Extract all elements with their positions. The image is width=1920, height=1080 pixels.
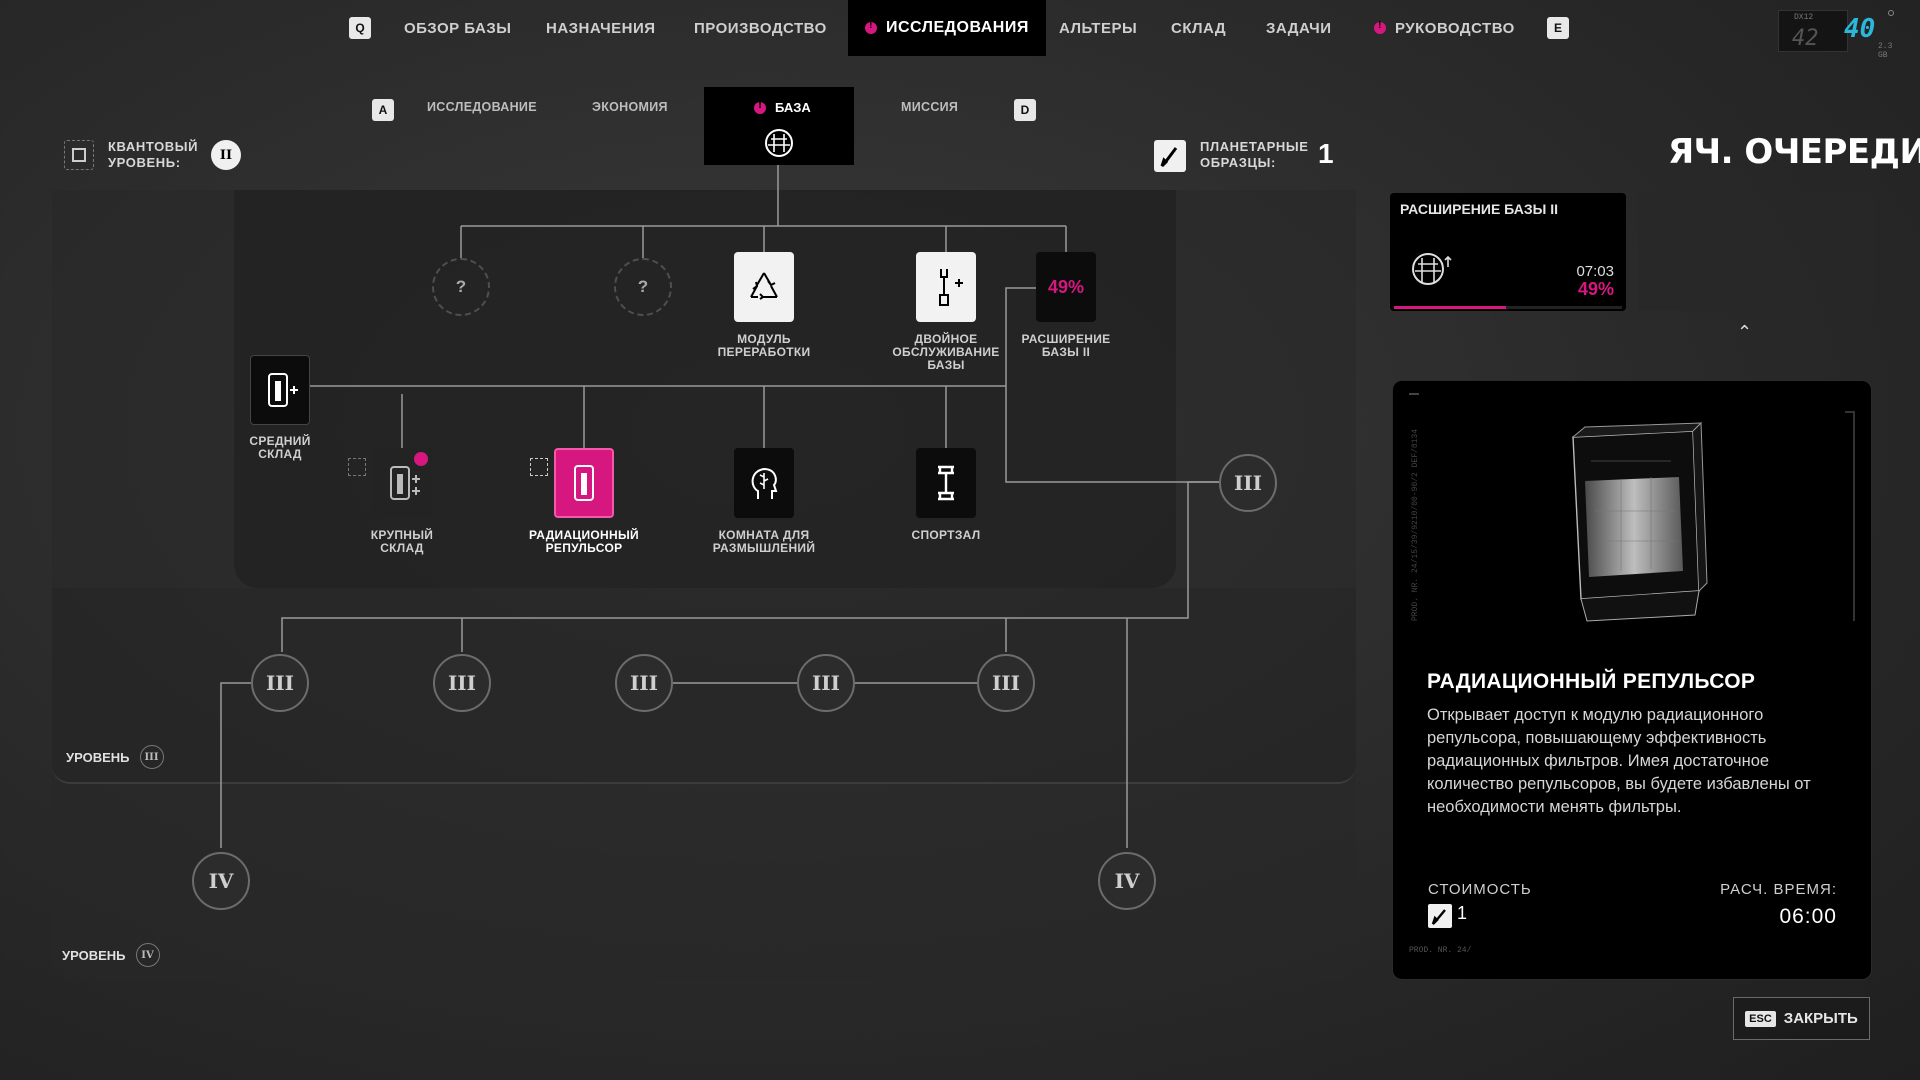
recycling-module-label: МОДУЛЬ ПЕРЕРАБОТКИ: [694, 333, 834, 359]
recycle-icon: [750, 272, 778, 300]
unselected-checkbox[interactable]: [348, 458, 366, 476]
tier3-research-node[interactable]: III: [251, 654, 309, 712]
close-button[interactable]: ESC ЗАКРЫТЬ: [1733, 997, 1870, 1040]
radiation-repulsor-node[interactable]: [554, 448, 614, 518]
node-label-line: БАЗЫ: [927, 358, 965, 372]
esc-key: ESC: [1745, 1010, 1776, 1027]
level3-indicator: УРОВЕНЬ III: [66, 745, 164, 769]
meditation-room-label: КОМНАТА ДЛЯ РАЗМЫШЛЕНИЙ: [694, 529, 834, 555]
queue-item-percent: 49%: [1577, 279, 1614, 299]
close-label: ЗАКРЫТЬ: [1783, 1010, 1858, 1027]
queue-item-name: РАСШИРЕНИЕ БАЗЫ II: [1400, 201, 1558, 217]
medium-storage-node[interactable]: [250, 355, 310, 425]
queue-slots-title: ЯЧ. ОЧЕРЕДИ: [1668, 132, 1920, 172]
storage-icon: [390, 466, 420, 500]
repulsor-model-image: [1572, 421, 1708, 622]
medium-storage-label: СРЕДНИЙ СКЛАД: [210, 435, 350, 461]
level-label: УРОВЕНЬ: [66, 749, 130, 765]
base-expansion-node[interactable]: 49%: [1036, 252, 1096, 322]
research-detail-card: PROD. NR. 24/15/39/9210/00-90/2 DEF/8134…: [1392, 380, 1872, 980]
node-label-line: ПЕРЕРАБОТКИ: [717, 345, 811, 359]
gym-label: СПОРТЗАЛ: [876, 529, 1016, 542]
tier3-research-node[interactable]: III: [797, 654, 855, 712]
research-description: Открывает доступ к модулю радиационного …: [1427, 706, 1811, 816]
base-expansion-label: РАСШИРЕНИЕ БАЗЫ II: [996, 333, 1136, 359]
base-dome-icon: [1412, 253, 1452, 285]
repulsor-icon: [574, 465, 594, 501]
queue-item-time: 07:03: [1576, 263, 1614, 280]
estimated-time-label: РАСЧ. ВРЕМЯ:: [1720, 881, 1837, 898]
storage-icon: [268, 373, 298, 407]
large-storage-label: КРУПНЫЙ СКЛАД: [332, 529, 472, 555]
tier3-research-node[interactable]: III: [1219, 454, 1277, 512]
meditation-room-node[interactable]: [734, 448, 794, 518]
expansion-progress: 49%: [1047, 276, 1085, 297]
queue-slot-active[interactable]: РАСШИРЕНИЕ БАЗЫ II 07:03 49%: [1390, 193, 1626, 311]
gym-node[interactable]: [916, 448, 976, 518]
level-badge: IV: [135, 943, 160, 967]
research-title: РАДИАЦИОННЫЙ РЕПУЛЬСОР: [1427, 670, 1756, 693]
product-code: PROD. NR. 24/: [1409, 946, 1472, 955]
node-label-line: РАЗМЫШЛЕНИЙ: [712, 541, 816, 555]
tier4-research-node[interactable]: IV: [1098, 852, 1156, 910]
queue-slot-empty[interactable]: [1638, 193, 1874, 311]
large-storage-node[interactable]: [372, 448, 432, 518]
unknown-mark: ?: [637, 277, 649, 296]
level4-indicator: УРОВЕНЬ IV: [62, 943, 160, 967]
cost-value: 1: [1457, 903, 1468, 923]
sample-tube-icon: [1428, 904, 1452, 928]
cost-label: СТОИМОСТЬ: [1428, 881, 1532, 898]
detail-serial-code: PROD. NR. 24/15/39/9210/00-90/2 DEF/8134: [1411, 428, 1420, 621]
collapse-chevron-icon[interactable]: ⌃: [1737, 322, 1752, 343]
node-label-line: СКЛАД: [380, 541, 424, 555]
dumbbell-icon: [938, 465, 954, 501]
queue-progress-fill: [1394, 306, 1506, 309]
locked-research-node[interactable]: ?: [614, 258, 672, 316]
wrench-plus-icon: [939, 269, 963, 306]
unselected-checkbox[interactable]: [530, 458, 548, 476]
node-label-line: СКЛАД: [258, 447, 302, 461]
locked-research-node[interactable]: ?: [432, 258, 490, 316]
node-label-line: БАЗЫ II: [1041, 345, 1091, 359]
node-label-line: РЕПУЛЬСОР: [545, 541, 623, 555]
tier3-research-node[interactable]: III: [615, 654, 673, 712]
alert-icon: [414, 452, 428, 466]
head-leaf-icon: [751, 467, 778, 499]
radiation-repulsor-label: РАДИАЦИОННЫЙ РЕПУЛЬСОР: [514, 529, 654, 555]
unknown-mark: ?: [455, 277, 467, 296]
dual-maintenance-label: ДВОЙНОЕ ОБСЛУЖИВАНИЕ БАЗЫ: [876, 333, 1016, 372]
estimated-time-value: 06:00: [1779, 905, 1837, 928]
level-label: УРОВЕНЬ: [62, 947, 126, 963]
dual-maintenance-node[interactable]: [916, 252, 976, 322]
queue-progress-track: [1394, 306, 1622, 309]
recycling-module-node[interactable]: [734, 252, 794, 322]
tier3-research-node[interactable]: III: [977, 654, 1035, 712]
level-badge: III: [139, 745, 164, 769]
tier3-research-node[interactable]: III: [433, 654, 491, 712]
tier4-research-node[interactable]: IV: [192, 852, 250, 910]
node-label-line: СПОРТЗАЛ: [911, 528, 981, 542]
